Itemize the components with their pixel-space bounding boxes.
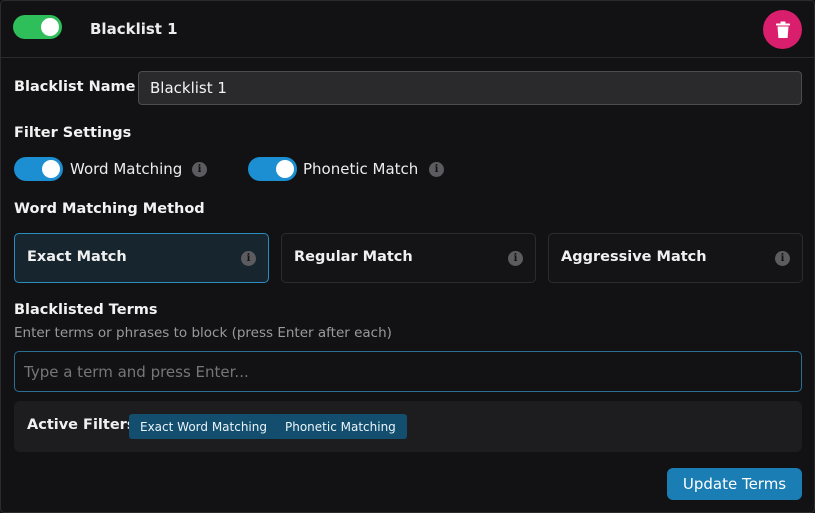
info-icon[interactable]: i — [775, 251, 790, 266]
active-filters-label: Active Filters: — [27, 417, 142, 433]
filter-settings-heading: Filter Settings — [14, 125, 132, 141]
term-input[interactable]: Type a term and press Enter... — [14, 351, 802, 392]
method-label: Regular Match — [294, 249, 413, 265]
info-icon[interactable]: i — [508, 251, 523, 266]
filter-chip: Phonetic Matching — [274, 414, 407, 439]
info-icon[interactable]: i — [429, 162, 444, 177]
info-icon[interactable]: i — [241, 251, 256, 266]
blacklist-name-label: Blacklist Name — [14, 79, 136, 95]
info-icon[interactable]: i — [192, 162, 207, 177]
toggle-knob — [276, 160, 294, 178]
method-label: Exact Match — [27, 249, 127, 265]
blacklist-name-input[interactable]: Blacklist 1 — [138, 71, 802, 105]
method-option-exact[interactable]: Exact Match i — [14, 233, 269, 283]
terms-hint: Enter terms or phrases to block (press E… — [14, 325, 392, 341]
blacklist-panel: Blacklist 1 Blacklist Name Blacklist 1 F… — [0, 0, 815, 513]
trash-icon — [775, 21, 790, 38]
panel-header: Blacklist 1 — [1, 1, 814, 58]
delete-button[interactable] — [763, 10, 802, 49]
active-filters-box: Active Filters: Exact Word Matching Phon… — [14, 401, 802, 452]
word-matching-toggle[interactable] — [14, 157, 63, 181]
method-label: Aggressive Match — [561, 249, 707, 265]
word-matching-label: Word Matching — [70, 160, 183, 178]
toggle-knob — [41, 18, 59, 36]
phonetic-match-toggle[interactable] — [248, 157, 297, 181]
toggle-knob — [42, 160, 60, 178]
matching-method-heading: Word Matching Method — [14, 201, 205, 217]
update-terms-button[interactable]: Update Terms — [667, 468, 802, 500]
method-option-aggressive[interactable]: Aggressive Match i — [548, 233, 803, 283]
method-option-regular[interactable]: Regular Match i — [281, 233, 536, 283]
phonetic-match-label: Phonetic Match — [303, 160, 419, 178]
blacklist-enabled-toggle[interactable] — [13, 15, 62, 39]
filter-chip: Exact Word Matching — [129, 414, 278, 439]
blacklist-title: Blacklist 1 — [90, 20, 178, 38]
blacklisted-terms-heading: Blacklisted Terms — [14, 302, 158, 318]
